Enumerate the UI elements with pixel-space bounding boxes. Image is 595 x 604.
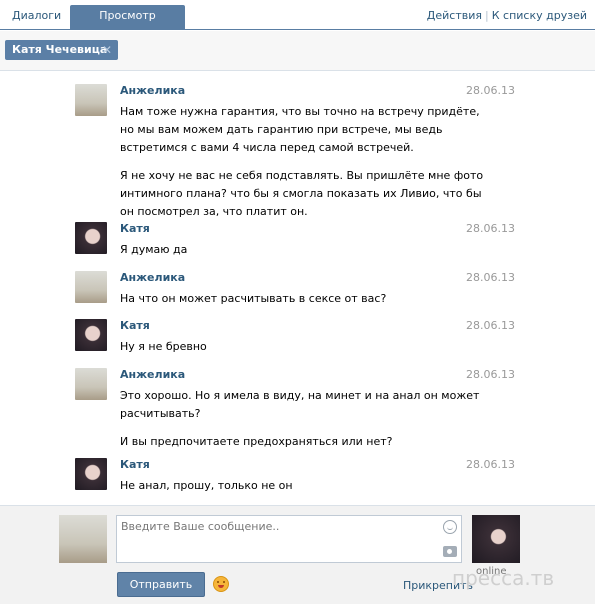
tab-view-dialogs[interactable]: Просмотр диалогов	[70, 5, 185, 44]
katya-avatar[interactable]	[75, 458, 107, 490]
smile-icon[interactable]	[443, 520, 457, 534]
camera-icon[interactable]	[443, 546, 457, 557]
katya-avatar[interactable]	[75, 222, 107, 254]
filter-bar: Катя Чечевица ✕	[0, 31, 595, 71]
emoji-icon[interactable]	[213, 576, 229, 592]
message-input[interactable]	[121, 520, 437, 558]
rabbit-avatar[interactable]	[75, 84, 107, 116]
message-author[interactable]: Катя	[120, 319, 150, 332]
message-text: Нам тоже нужна гарантия, что вы точно на…	[120, 103, 490, 231]
message-date: 28.06.13	[466, 84, 515, 97]
katya-avatar[interactable]	[75, 319, 107, 351]
my-avatar[interactable]	[59, 515, 107, 563]
message-paragraph: Ну я не бревно	[120, 340, 207, 353]
watermark-logo: пресса.тв	[452, 566, 555, 590]
message-paragraph: На что он может расчитывать в сексе от в…	[120, 292, 387, 305]
message-author[interactable]: Катя	[120, 222, 150, 235]
peer-avatar[interactable]	[472, 515, 520, 563]
close-icon[interactable]: ✕	[102, 40, 112, 60]
message-paragraph: Я не хочу не вас не себя подставлять. Вы…	[120, 169, 484, 218]
back-to-friends-link[interactable]: К списку друзей	[492, 9, 587, 22]
rabbit-avatar[interactable]	[75, 368, 107, 400]
link-separator: |	[485, 9, 489, 22]
message-paragraph: Не анал, прошу, только не он	[120, 479, 293, 492]
message-date: 28.06.13	[466, 458, 515, 471]
top-tab-bar: Диалоги Просмотр диалогов Действия|К спи…	[0, 0, 595, 44]
rabbit-avatar[interactable]	[75, 271, 107, 303]
chip-label: Катя Чечевица	[12, 43, 108, 56]
message-author[interactable]: Анжелика	[120, 368, 185, 381]
dialog-filter-chip[interactable]: Катя Чечевица ✕	[5, 40, 118, 60]
message-text: На что он может расчитывать в сексе от в…	[120, 290, 490, 318]
message-paragraph: Это хорошо. Но я имела в виду, на минет …	[120, 389, 480, 420]
message-date: 28.06.13	[466, 368, 515, 381]
message-date: 28.06.13	[466, 271, 515, 284]
message-author[interactable]: Анжелика	[120, 271, 185, 284]
message-text: Ну я не бревно	[120, 338, 490, 366]
message-text: Не анал, прошу, только не он	[120, 477, 490, 504]
top-links: Действия | К списку друзей	[427, 9, 587, 22]
message-paragraph: Я думаю да	[120, 243, 188, 256]
message-date: 28.06.13	[466, 319, 515, 332]
message-paragraph: И вы предпочитаете предохраняться или не…	[120, 435, 393, 448]
message-history[interactable]: Анжелика 28.06.13 Нам тоже нужна гаранти…	[0, 72, 595, 504]
tab-dialogs[interactable]: Диалоги	[4, 5, 69, 30]
message-box	[116, 515, 462, 563]
message-author[interactable]: Анжелика	[120, 84, 185, 97]
message-paragraph: Нам тоже нужна гарантия, что вы точно на…	[120, 105, 480, 154]
message-text: Я думаю да	[120, 241, 490, 269]
actions-link[interactable]: Действия	[427, 9, 482, 22]
message-date: 28.06.13	[466, 222, 515, 235]
send-button[interactable]: Отправить	[117, 572, 205, 597]
message-author[interactable]: Катя	[120, 458, 150, 471]
message-text: Это хорошо. Но я имела в виду, на минет …	[120, 387, 490, 461]
